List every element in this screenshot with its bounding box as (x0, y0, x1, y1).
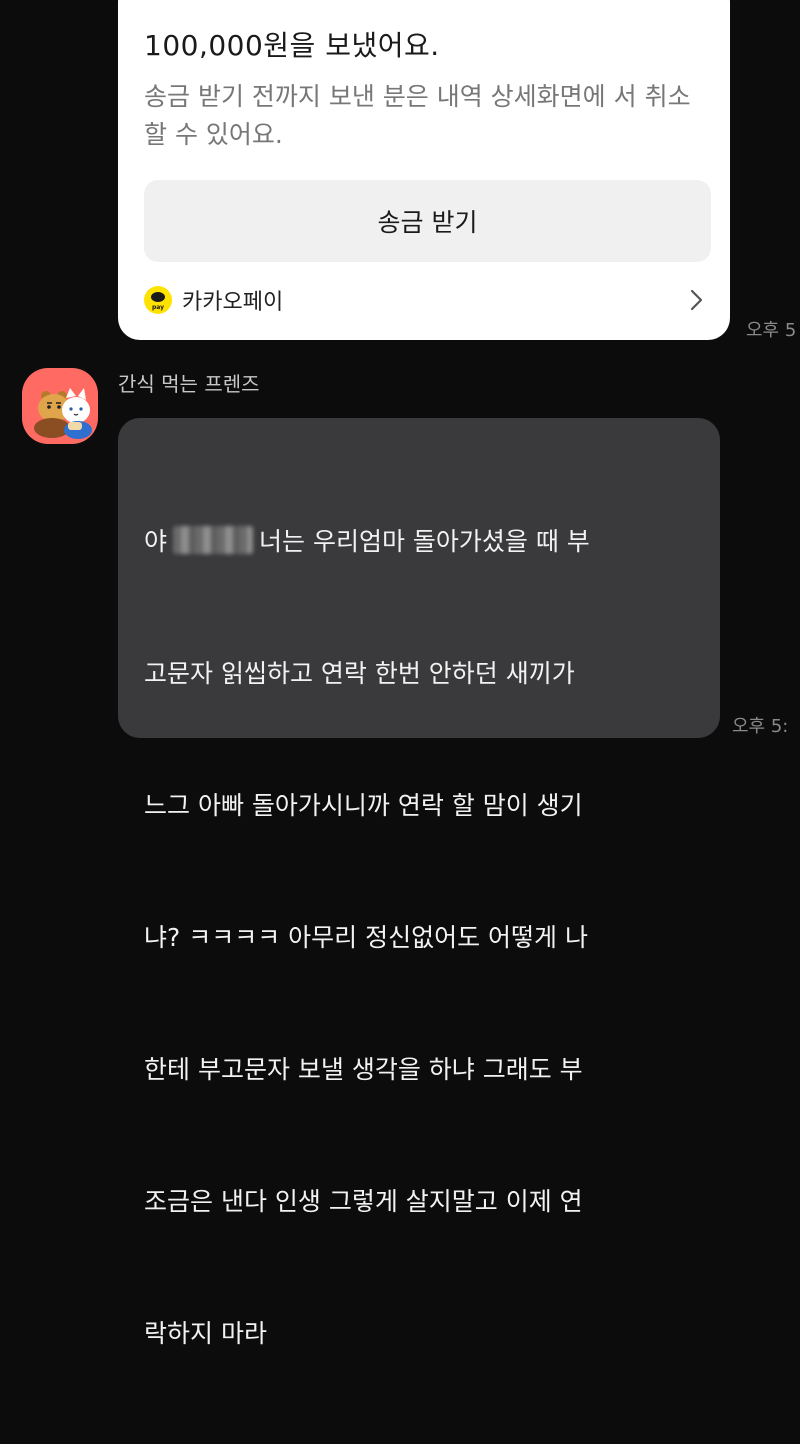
message-line: 조금은 낸다 인생 그렇게 살지말고 이제 연 (144, 1187, 583, 1216)
kakaopay-brand: 카카오페이 (182, 290, 284, 315)
message-line: 락하지 마라 (144, 1319, 267, 1348)
transfer-card: 100,000원을 보냈어요. 송금 받기 전까지 보낸 분은 내역 상세화면에… (118, 0, 730, 340)
transfer-description: 송금 받기 전까지 보낸 분은 내역 상세화면에 서 취소할 수 있어요. (144, 82, 691, 149)
message-line: 한테 부고문자 보낼 생각을 하냐 그래도 부 (144, 1055, 583, 1084)
kakaopay-footer[interactable]: pay 카카오페이 (144, 278, 711, 322)
message-line: 야 너는 우리엄마 돌아가셨을 때 부 (144, 520, 704, 564)
message-line: 냐? ㅋㅋㅋㅋ 아무리 정신없어도 어떻게 나 (144, 923, 589, 952)
message-word: 야 (144, 527, 168, 556)
message-text: 야 너는 우리엄마 돌아가셨을 때 부 고문자 읽씹하고 연락 한번 안하던 새끼… (144, 432, 704, 1444)
transfer-title: 100,000원을 보냈어요. (144, 29, 440, 62)
kakaopay-logo-icon: pay (144, 286, 172, 314)
message-timestamp: 오후 5: (732, 716, 789, 737)
friends-avatar-icon[interactable] (22, 368, 98, 444)
blurred-name (173, 526, 254, 554)
card-timestamp: 오후 5 (746, 320, 797, 341)
message-line: 고문자 읽씹하고 연락 한번 안하던 새끼가 (144, 659, 575, 688)
sender-name: 간식 먹는 프렌즈 (118, 372, 260, 396)
chat-message-bubble[interactable]: 야 너는 우리엄마 돌아가셨을 때 부 고문자 읽씹하고 연락 한번 안하던 새끼… (118, 418, 720, 1348)
kakaopay-logo-text: pay (151, 304, 165, 311)
message-line: 느그 아빠 돌아가시니까 연락 할 맘이 생기 (144, 791, 583, 820)
receive-transfer-button[interactable]: 송금 받기 (144, 180, 711, 262)
chevron-right-icon[interactable] (683, 286, 711, 314)
message-word: 너는 우리엄마 돌아가셨을 때 부 (259, 527, 590, 556)
